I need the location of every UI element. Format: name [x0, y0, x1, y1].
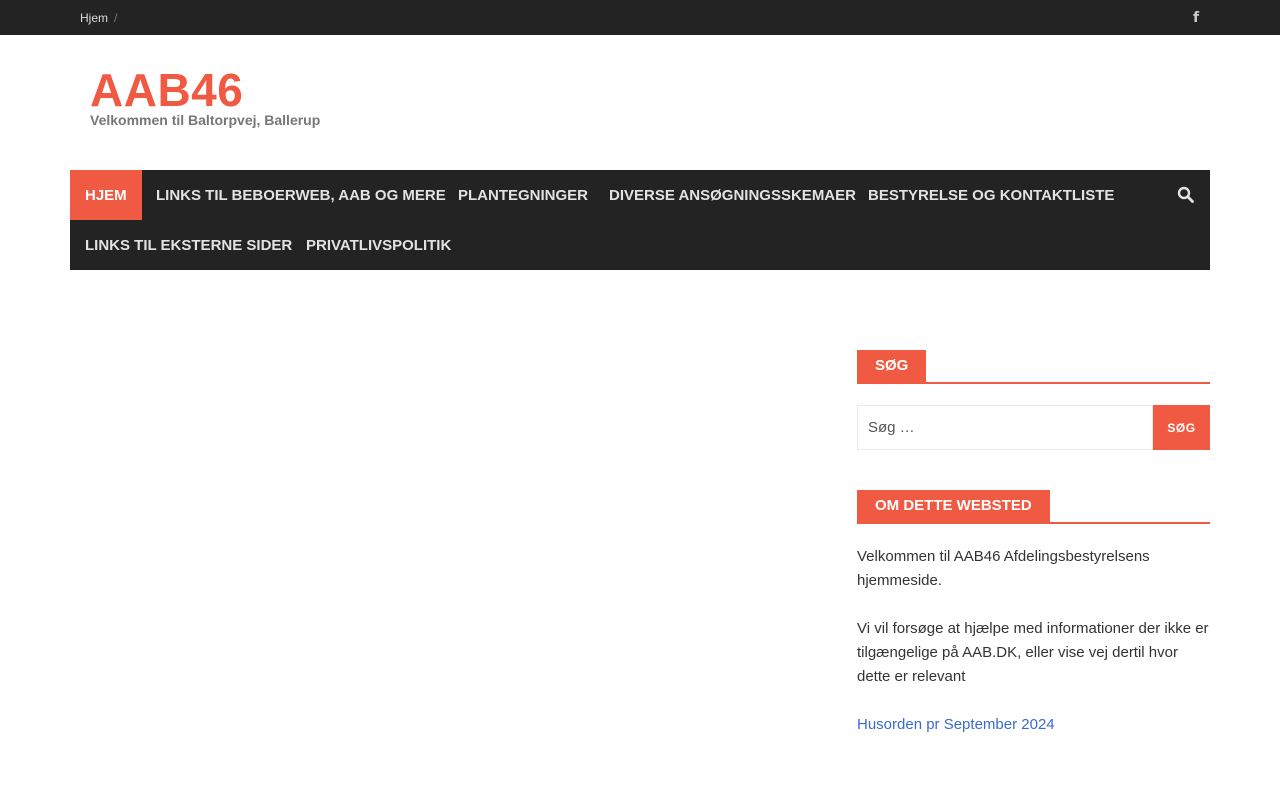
- top-bar: Hjem / f: [0, 0, 1280, 35]
- site-title[interactable]: AAB46: [90, 62, 243, 118]
- facebook-icon[interactable]: f: [1186, 8, 1206, 28]
- nav-item-privatlivspolitik[interactable]: Privatlivspolitik: [291, 220, 466, 270]
- about-paragraph-info: Vi vil forsøge at hjælpe med information…: [857, 620, 1209, 685]
- nav-item-hjem[interactable]: Hjem: [70, 170, 142, 220]
- nav-item-links-beboerweb[interactable]: Links til Beboerweb, AAB og mere: [141, 170, 461, 220]
- about-widget-header: Om dette websted: [857, 490, 1210, 524]
- search-form: SØG: [857, 405, 1210, 450]
- main-navigation: Hjem Links til Beboerweb, AAB og mere Pl…: [70, 170, 1210, 270]
- search-submit-button[interactable]: SØG: [1153, 405, 1210, 450]
- about-widget-title: Om dette websted: [857, 490, 1050, 522]
- site-description: Velkommen til Baltorpvej, Ballerup: [90, 112, 321, 128]
- search-input[interactable]: [857, 405, 1153, 450]
- husorden-link[interactable]: Husorden pr September 2024: [857, 713, 1055, 737]
- nav-item-bestyrelse[interactable]: Bestyrelse og kontaktliste: [853, 170, 1129, 220]
- nav-item-eksterne-sider[interactable]: Links til eksterne sider: [70, 220, 307, 270]
- nav-item-plantegninger[interactable]: Plantegninger: [443, 170, 603, 220]
- search-widget-header: Søg: [857, 350, 1210, 384]
- about-paragraph-welcome: Velkommen til AAB46 Afdelingsbestyrelsen…: [857, 548, 1150, 589]
- search-icon[interactable]: [1176, 185, 1196, 205]
- breadcrumb-home-link[interactable]: Hjem: [80, 11, 108, 25]
- search-widget-title: Søg: [857, 350, 927, 382]
- breadcrumb-separator: /: [114, 10, 118, 25]
- nav-item-ansoegningsskemaer[interactable]: Diverse ansøgningsskemaer: [594, 170, 871, 220]
- breadcrumb: Hjem /: [80, 0, 117, 35]
